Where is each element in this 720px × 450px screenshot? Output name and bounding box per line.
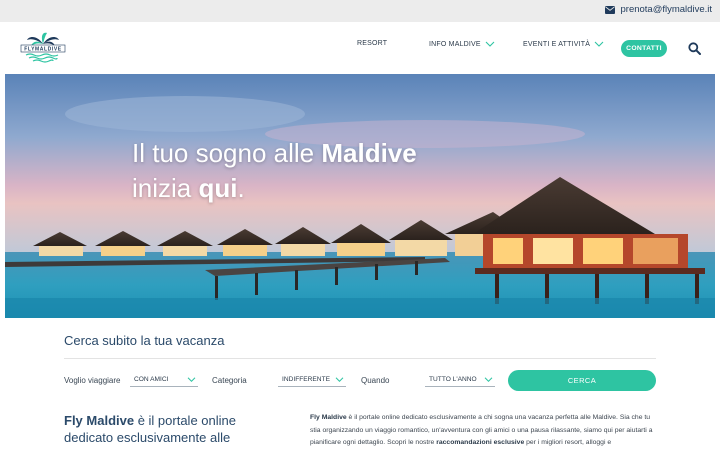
contatti-button[interactable]: CONTATTI <box>621 40 667 57</box>
intro-paragraph-text2: per i migliori resort, alloggi e <box>524 439 612 446</box>
travel-type-value: CON AMICI <box>134 376 169 383</box>
intro-paragraph: Fly Maldive è il portale online dedicato… <box>310 412 660 450</box>
category-select[interactable]: INDIFFERENTE <box>278 373 346 387</box>
travel-type-select[interactable]: CON AMICI <box>130 373 198 387</box>
hero-banner: Il tuo sogno alle Maldive inizia qui. <box>5 74 715 318</box>
nav-eventi-attivita[interactable]: EVENTI E ATTIVITÀ <box>523 40 604 48</box>
envelope-icon <box>604 5 615 14</box>
hero-line2-period: . <box>237 173 245 203</box>
intro-heading: Fly Maldive è il portale online dedicato… <box>64 412 264 446</box>
contact-email: prenota@flymaldive.it <box>620 4 713 15</box>
when-label: Quando <box>361 376 390 385</box>
when-value: TUTTO L'ANNO <box>429 376 477 383</box>
site-header: FLYMALDIVE RESORT INFO MALDIVE EVENTI E … <box>0 22 720 74</box>
intro-paragraph-bold-brand: Fly Maldive <box>310 414 347 421</box>
search-title: Cerca subito la tua vacanza <box>64 333 225 348</box>
hero-line1-bold: Maldive <box>321 138 417 168</box>
category-value: INDIFFERENTE <box>282 376 330 383</box>
chevron-down-icon <box>187 377 196 382</box>
travel-type-label: Voglio viaggiare <box>64 376 121 385</box>
hero-headline: Il tuo sogno alle Maldive inizia qui. <box>132 136 417 206</box>
chevron-down-icon <box>485 41 495 47</box>
nav-info-maldive-label: INFO MALDIVE <box>429 40 481 48</box>
when-select[interactable]: TUTTO L'ANNO <box>425 373 495 387</box>
nav-info-maldive[interactable]: INFO MALDIVE <box>429 40 495 48</box>
category-label: Categoria <box>212 376 247 385</box>
hero-line2-text: inizia <box>132 173 199 203</box>
chevron-down-icon <box>484 377 493 382</box>
top-bar: prenota@flymaldive.it <box>0 0 720 22</box>
intro-paragraph-bold-highlight: raccomandazioni esclusive <box>436 439 525 446</box>
main-nav: RESORT INFO MALDIVE EVENTI E ATTIVITÀ <box>0 40 720 56</box>
nav-resort-label: RESORT <box>357 40 388 47</box>
hero-line2-bold: qui <box>198 173 238 203</box>
search-icon[interactable] <box>688 42 701 55</box>
search-divider <box>64 358 656 359</box>
hero-line1-text: Il tuo sogno alle <box>132 138 322 168</box>
intro-heading-bold: Fly Maldive <box>64 413 135 428</box>
nav-eventi-attivita-label: EVENTI E ATTIVITÀ <box>523 40 591 48</box>
contact-email-link[interactable]: prenota@flymaldive.it <box>604 4 713 15</box>
chevron-down-icon <box>594 41 604 47</box>
search-submit-button[interactable]: CERCA <box>508 370 656 391</box>
nav-resort[interactable]: RESORT <box>357 40 387 47</box>
chevron-down-icon <box>335 377 344 382</box>
